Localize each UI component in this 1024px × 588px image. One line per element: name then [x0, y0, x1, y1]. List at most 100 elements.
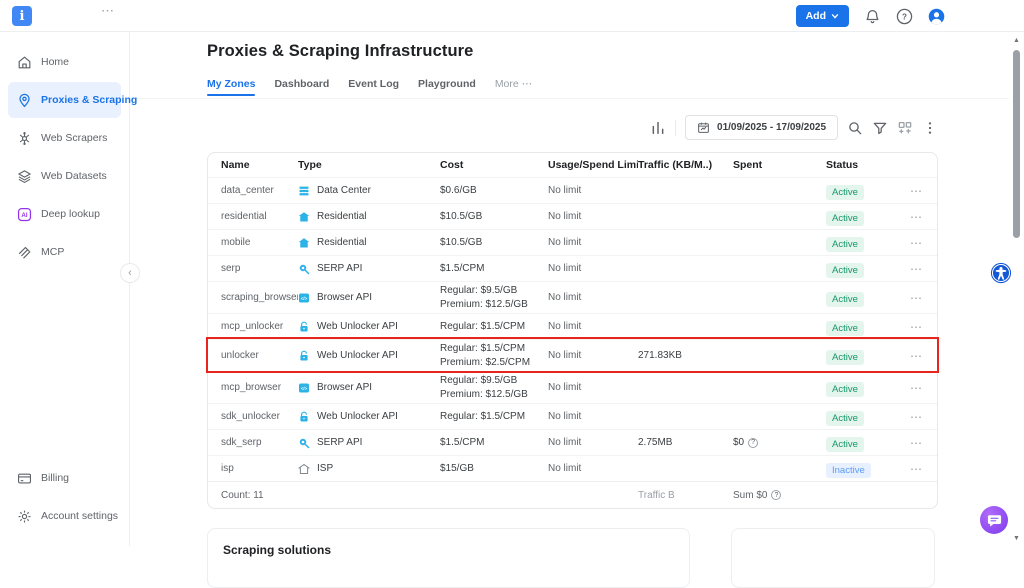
table-toolbar: 01/09/2025 - 17/09/2025: [650, 115, 938, 140]
table-row-sdk-serp[interactable]: sdk_serpSERP API$1.5/CPMNo limit2.75MB$0…: [208, 429, 937, 455]
column-header-usage-spend-limit[interactable]: Usage/Spend Limit: [548, 159, 638, 171]
filter-icon[interactable]: [872, 120, 888, 136]
table-row-sdk-unlocker[interactable]: sdk_unlockerWeb Unlocker APIRegular: $1.…: [208, 403, 937, 429]
zone-cost: Regular: $1.5/CPMPremium: $2.5/CPM: [440, 342, 548, 370]
tab-more[interactable]: More ⋯: [495, 78, 532, 96]
secondary-card[interactable]: [731, 528, 935, 588]
add-button[interactable]: Add: [796, 5, 849, 27]
table-row-isp[interactable]: ispISP$15/GBNo limitInactive⋯: [208, 455, 937, 481]
zone-name: mcp_browser: [208, 382, 298, 393]
column-header-traffic-kb-m[interactable]: Traffic (KB/M..): [638, 159, 733, 171]
traffic-total: Traffic B: [638, 490, 733, 501]
tab-dashboard[interactable]: Dashboard: [274, 78, 329, 96]
zone-type: Web Unlocker API: [317, 411, 398, 422]
zone-type: Residential: [317, 211, 366, 222]
help-circle-icon[interactable]: ?: [771, 490, 781, 500]
column-header-name[interactable]: Name: [208, 159, 298, 171]
row-actions-menu[interactable]: ⋯: [910, 381, 923, 395]
sidebar-item-web-datasets[interactable]: Web Datasets: [8, 158, 121, 194]
zone-type: Data Center: [317, 185, 371, 196]
kebab-icon[interactable]: [922, 120, 938, 136]
zone-name: residential: [208, 211, 298, 222]
table-row-mcp-unlocker[interactable]: mcp_unlockerWeb Unlocker APIRegular: $1.…: [208, 313, 937, 339]
chart-bars-icon[interactable]: [650, 120, 666, 136]
sidebar-item-billing[interactable]: Billing: [8, 460, 121, 496]
table-row-scraping-browser[interactable]: scraping_browser</>Browser APIRegular: $…: [208, 281, 937, 313]
row-actions-menu[interactable]: ⋯: [910, 291, 923, 305]
row-actions-menu[interactable]: ⋯: [910, 236, 923, 250]
sidebar-menu-dots[interactable]: ⋯: [101, 3, 115, 19]
sidebar-item-web-scrapers[interactable]: Web Scrapers: [8, 120, 121, 156]
row-actions-menu[interactable]: ⋯: [910, 262, 923, 276]
table-row-unlocker[interactable]: unlockerWeb Unlocker APIRegular: $1.5/CP…: [208, 339, 937, 371]
sidebar-item-home[interactable]: Home: [8, 44, 121, 80]
search-icon[interactable]: [847, 120, 863, 136]
sidebar-footer-nav: Billing Account settings: [0, 460, 129, 536]
zone-traffic[interactable]: 2.75MB: [638, 437, 672, 448]
sidebar-item-label: Account settings: [41, 510, 118, 522]
column-header-status[interactable]: Status: [826, 159, 910, 171]
sidebar-item-proxies-scraping[interactable]: Proxies & Scraping: [8, 82, 121, 118]
date-range-button[interactable]: 01/09/2025 - 17/09/2025: [685, 115, 838, 140]
user-avatar[interactable]: [928, 8, 945, 25]
table-row-residential[interactable]: residentialResidential$10.5/GBNo limitAc…: [208, 203, 937, 229]
zone-name: data_center: [208, 185, 298, 196]
sidebar-collapse-button[interactable]: ‹: [120, 263, 140, 283]
scroll-down-arrow[interactable]: ▼: [1012, 535, 1021, 542]
row-actions-menu[interactable]: ⋯: [910, 320, 923, 334]
table-row-mobile[interactable]: mobileResidential$10.5/GBNo limitActive⋯: [208, 229, 937, 255]
row-actions-menu[interactable]: ⋯: [910, 184, 923, 198]
toolbar-divider: [675, 120, 676, 136]
row-actions-menu[interactable]: ⋯: [910, 462, 923, 476]
scrollbar[interactable]: ▲ ▼: [1009, 32, 1024, 546]
table-row-serp[interactable]: serpSERP API$1.5/CPMNo limitActive⋯: [208, 255, 937, 281]
status-badge: Active: [826, 185, 864, 200]
tab-playground[interactable]: Playground: [418, 78, 476, 96]
zone-name: unlocker: [208, 350, 298, 361]
zone-name: sdk_unlocker: [208, 411, 298, 422]
sidebar-item-account-settings[interactable]: Account settings: [8, 498, 121, 534]
tab-my-zones[interactable]: My Zones: [207, 78, 255, 96]
zone-limit: No limit: [548, 263, 638, 274]
status-badge: Active: [826, 437, 864, 452]
sidebar-item-deep-lookup[interactable]: AIDeep lookup: [8, 196, 121, 232]
row-actions-menu[interactable]: ⋯: [910, 410, 923, 424]
scroll-up-arrow[interactable]: ▲: [1012, 37, 1021, 44]
sidebar-item-label: Proxies & Scraping: [41, 94, 137, 106]
bell-icon[interactable]: [864, 8, 881, 25]
table-row-mcp-browser[interactable]: mcp_browser</>Browser APIRegular: $9.5/G…: [208, 371, 937, 403]
tab-event-log[interactable]: Event Log: [348, 78, 399, 96]
row-actions-menu[interactable]: ⋯: [910, 210, 923, 224]
unlocker-icon: [298, 411, 310, 423]
zone-type: Residential: [317, 237, 366, 248]
column-header-cost[interactable]: Cost: [440, 159, 548, 171]
table-row-data-center[interactable]: data_centerData Center$0.6/GBNo limitAct…: [208, 177, 937, 203]
help-icon[interactable]: ?: [896, 8, 913, 25]
row-actions-menu[interactable]: ⋯: [910, 349, 923, 363]
row-actions-menu[interactable]: ⋯: [910, 436, 923, 450]
zone-traffic[interactable]: 271.83KB: [638, 350, 682, 361]
status-badge: Active: [826, 382, 864, 397]
help-circle-icon[interactable]: ?: [748, 438, 758, 448]
zone-cost: Regular: $9.5/GBPremium: $12.5/GB: [440, 374, 548, 402]
chat-widget-button[interactable]: [980, 506, 1008, 534]
accessibility-button[interactable]: [990, 262, 1012, 284]
unlocker-icon: [298, 321, 310, 333]
column-header-spent[interactable]: Spent: [733, 159, 826, 171]
zone-type: Browser API: [317, 292, 372, 303]
date-range-value: 01/09/2025 - 17/09/2025: [717, 122, 826, 133]
tab-bar: My Zones Dashboard Event Log Playground More…: [207, 78, 532, 96]
zone-spent: $0: [733, 437, 744, 448]
app-logo[interactable]: i: [12, 6, 32, 26]
board-icon[interactable]: [897, 120, 913, 136]
scrollbar-thumb[interactable]: [1013, 50, 1020, 238]
main-content: Proxies & Scraping Infrastructure My Zon…: [130, 32, 1024, 546]
sidebar-item-mcp[interactable]: MCP: [8, 234, 121, 270]
zone-limit: No limit: [548, 237, 638, 248]
column-header-type[interactable]: Type: [298, 159, 440, 171]
sidebar-item-label: Home: [41, 56, 69, 68]
home-icon: [17, 55, 32, 70]
scraping-solutions-card[interactable]: Scraping solutions: [207, 528, 690, 588]
spent-total-value: Sum $0: [733, 490, 767, 501]
zone-type: ISP: [317, 463, 333, 474]
